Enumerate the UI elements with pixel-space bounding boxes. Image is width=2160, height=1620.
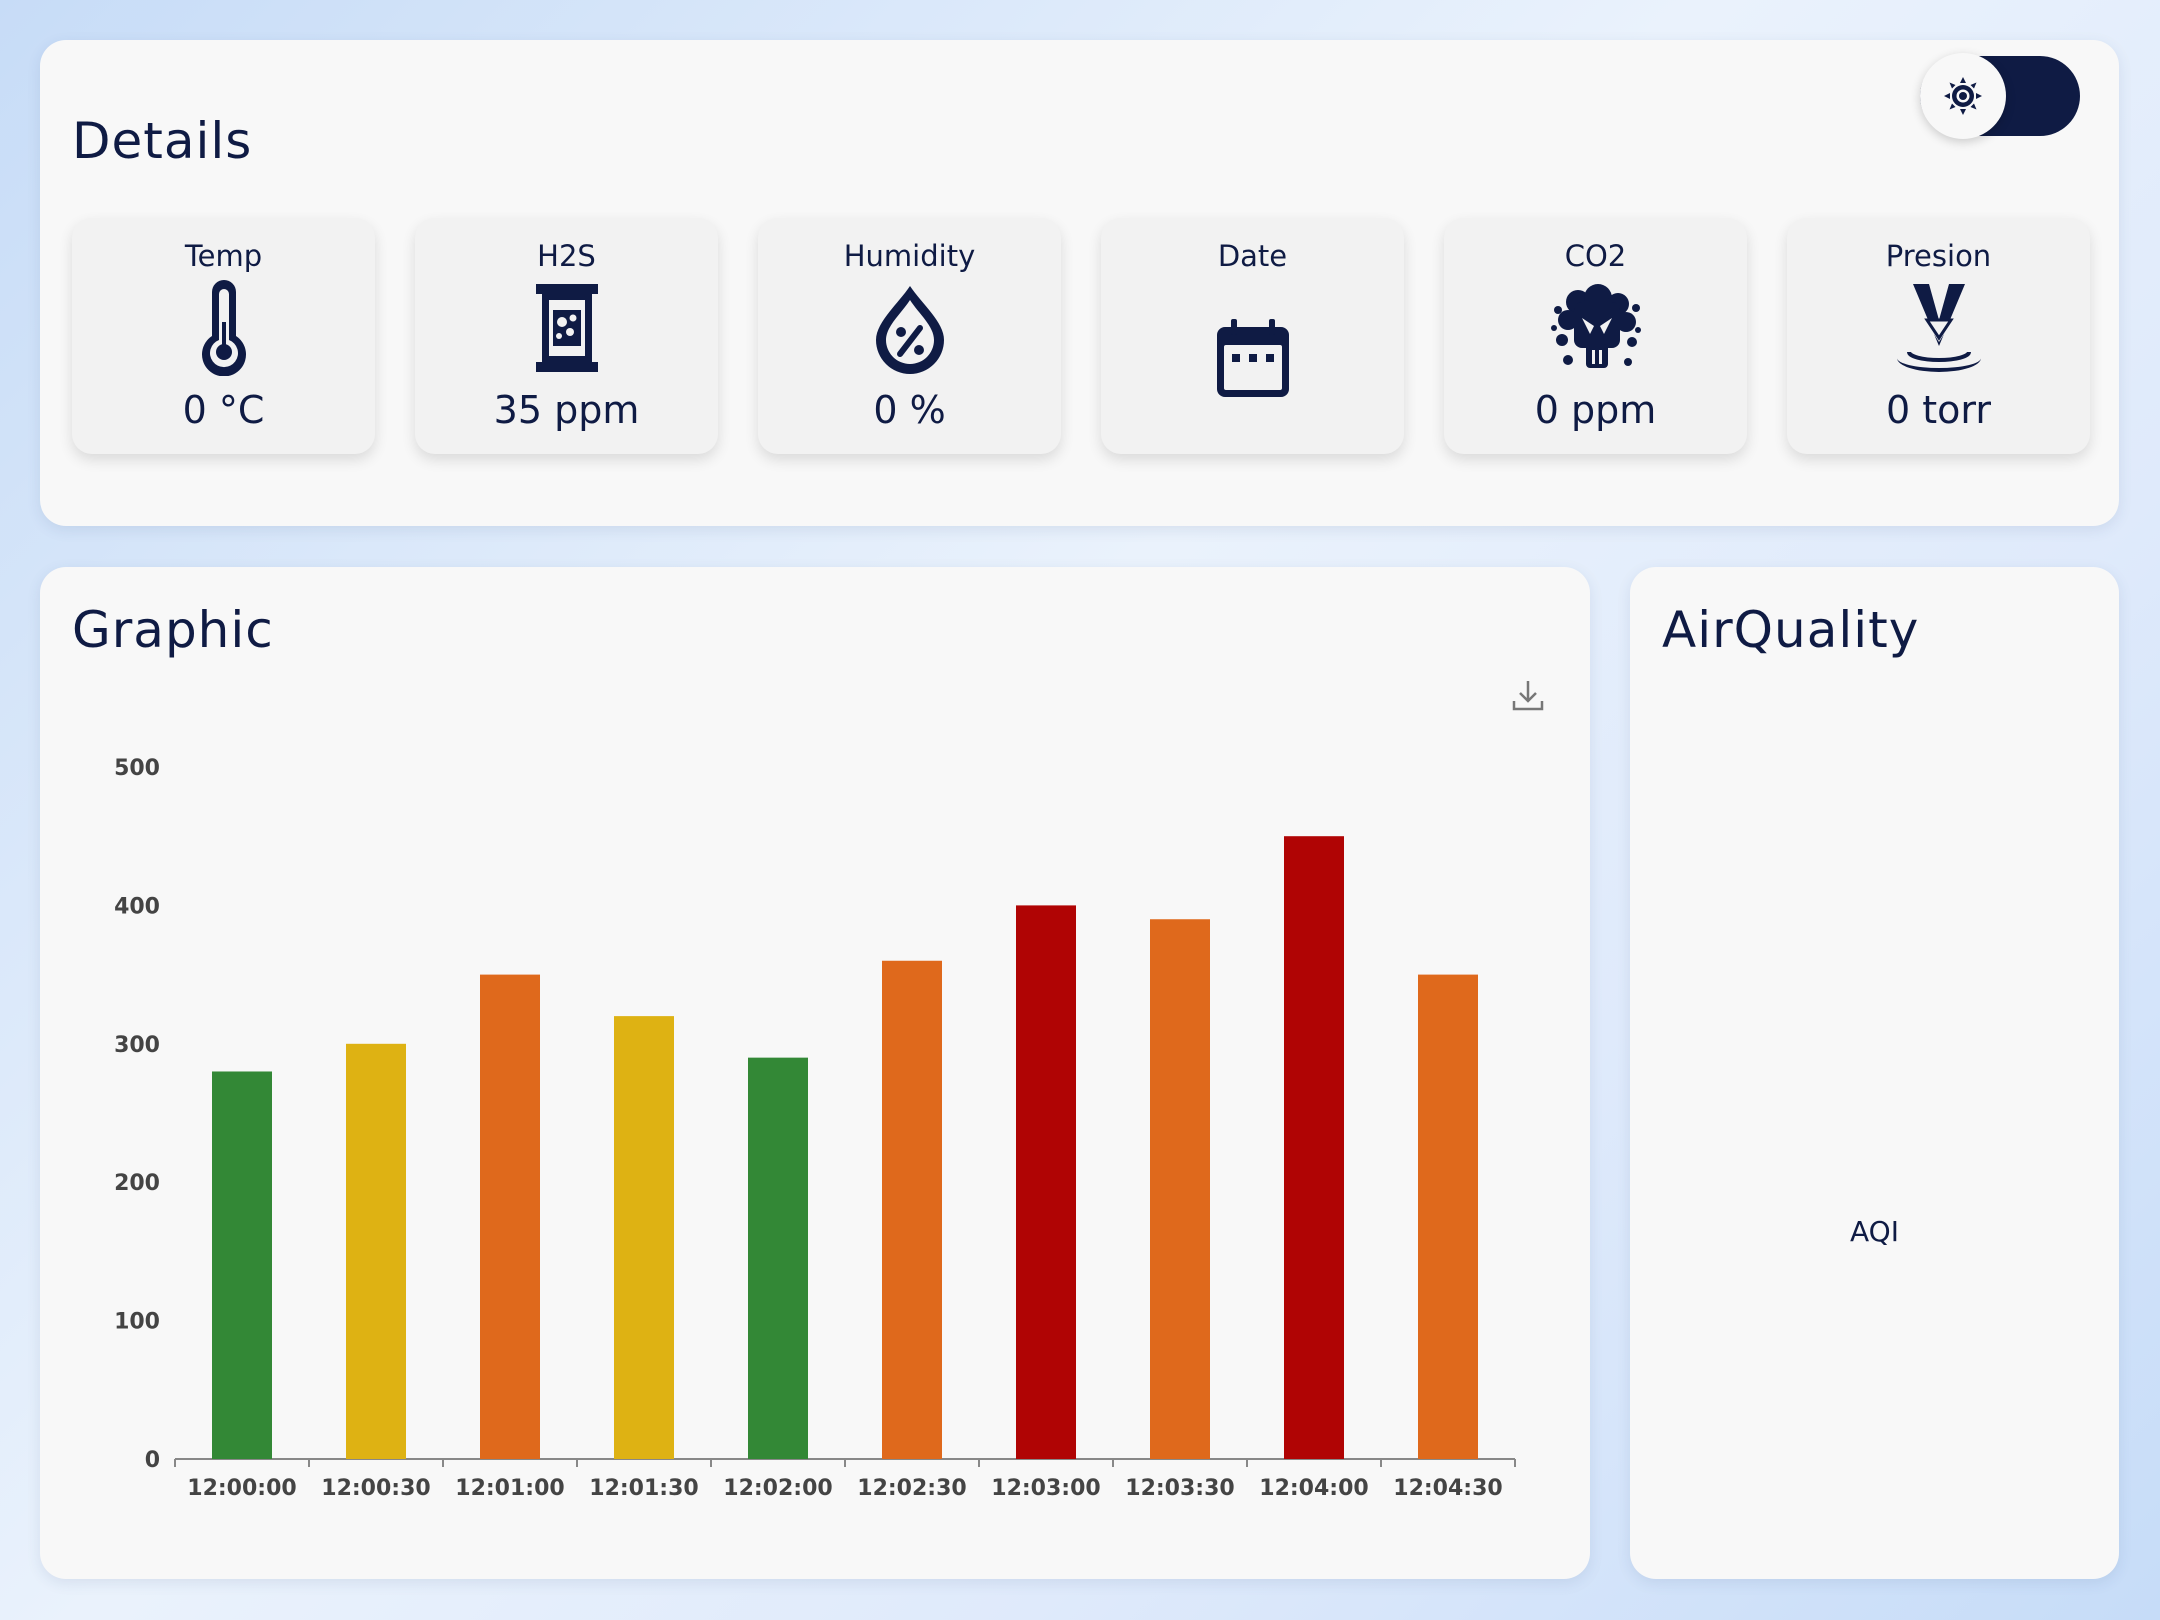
details-panel: Details Temp 0 °C H2S 35 ppm Humidity 0 … bbox=[40, 40, 2119, 526]
card-presion: Presion 0 torr bbox=[1787, 218, 2090, 454]
card-co2-label: CO2 bbox=[1564, 239, 1627, 273]
hourglass-icon bbox=[519, 280, 615, 376]
y-tick-label: 0 bbox=[145, 1448, 160, 1473]
card-h2s-label: H2S bbox=[537, 239, 596, 273]
pressure-icon bbox=[1891, 280, 1987, 376]
chart-bar bbox=[480, 974, 540, 1459]
y-tick-label: 200 bbox=[114, 1171, 160, 1196]
card-co2-value: 0 ppm bbox=[1534, 388, 1657, 432]
card-presion-label: Presion bbox=[1885, 239, 1992, 273]
card-h2s: H2S 35 ppm bbox=[415, 218, 718, 454]
card-date-label: Date bbox=[1217, 239, 1288, 273]
card-temp-value: 0 °C bbox=[182, 388, 265, 432]
card-date: Date bbox=[1101, 218, 1404, 454]
chart-bar bbox=[614, 1016, 674, 1459]
chart-bar bbox=[748, 1057, 808, 1459]
y-tick-label: 400 bbox=[114, 894, 160, 919]
chart-bar bbox=[1284, 836, 1344, 1459]
card-temp: Temp 0 °C bbox=[72, 218, 375, 454]
x-tick-label: 12:00:00 bbox=[187, 1476, 296, 1501]
theme-toggle[interactable] bbox=[1920, 53, 2080, 139]
card-co2: CO2 0 ppm bbox=[1444, 218, 1747, 454]
calendar-icon bbox=[1205, 310, 1301, 406]
x-tick-label: 12:01:30 bbox=[589, 1476, 698, 1501]
toggle-knob[interactable] bbox=[1920, 53, 2006, 139]
chart-bar bbox=[346, 1043, 406, 1459]
co2-cloud-icon bbox=[1548, 280, 1644, 376]
chart-bar bbox=[212, 1071, 272, 1459]
card-humidity-label: Humidity bbox=[843, 239, 976, 273]
x-tick-label: 12:01:00 bbox=[455, 1476, 564, 1501]
card-temp-label: Temp bbox=[184, 239, 263, 273]
x-tick-label: 12:03:00 bbox=[991, 1476, 1100, 1501]
graphic-panel: Graphic 0 100 200 300 400 500 12:00:00 12:00:30… bbox=[40, 567, 1590, 1579]
x-tick-label: 12:04:30 bbox=[1393, 1476, 1502, 1501]
x-tick-label: 12:00:30 bbox=[321, 1476, 430, 1501]
card-humidity-value: 0 % bbox=[873, 388, 946, 432]
aqi-label: AQI bbox=[1850, 1215, 1899, 1248]
x-tick-label: 12:02:00 bbox=[723, 1476, 832, 1501]
sun-icon bbox=[1944, 77, 1982, 115]
airquality-title: AirQuality bbox=[1662, 601, 1920, 659]
airquality-panel: AirQuality AQI bbox=[1630, 567, 2119, 1579]
x-tick-label: 12:04:00 bbox=[1259, 1476, 1368, 1501]
bar-chart: 0 100 200 300 400 500 12:00:00 12:00:30 12:01:00… bbox=[114, 756, 1516, 1501]
humidity-drop-icon bbox=[862, 280, 958, 376]
card-presion-value: 0 torr bbox=[1886, 388, 1991, 432]
chart-bar bbox=[882, 960, 942, 1459]
y-tick-label: 100 bbox=[114, 1310, 160, 1335]
details-title: Details bbox=[72, 112, 253, 170]
x-tick-label: 12:02:30 bbox=[857, 1476, 966, 1501]
thermometer-icon bbox=[176, 280, 272, 376]
y-tick-label: 500 bbox=[114, 756, 160, 781]
chart-bar bbox=[1016, 905, 1076, 1459]
card-humidity: Humidity 0 % bbox=[758, 218, 1061, 454]
x-tick-label: 12:03:30 bbox=[1125, 1476, 1234, 1501]
chart-bar bbox=[1418, 974, 1478, 1459]
card-h2s-value: 35 ppm bbox=[493, 388, 640, 432]
chart-bar bbox=[1150, 919, 1210, 1459]
y-tick-label: 300 bbox=[114, 1033, 160, 1058]
